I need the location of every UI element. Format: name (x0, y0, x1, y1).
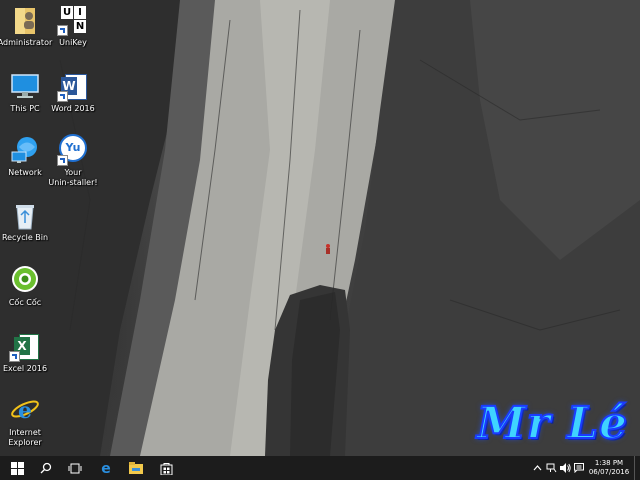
user-folder-icon (9, 4, 41, 36)
desktop-icon-label: Recycle Bin (1, 233, 49, 242)
store-icon (160, 462, 172, 475)
taskbar-clock[interactable]: 1:38 PM 06/07/2016 (586, 459, 632, 477)
excel-icon: X (9, 330, 41, 362)
your-uninstaller-icon: Yu (57, 134, 89, 166)
unikey-icon: U I N (57, 4, 89, 36)
volume-icon (559, 463, 571, 473)
computer-icon (9, 70, 41, 102)
svg-text:e: e (18, 398, 32, 424)
desktop-icon-label: Cốc Cốc (8, 298, 42, 307)
shortcut-arrow-icon (9, 351, 20, 362)
svg-text:e: e (101, 461, 111, 475)
action-center-button[interactable] (572, 456, 586, 480)
system-tray: 1:38 PM 06/07/2016 (530, 456, 640, 480)
internet-explorer-desktop-icon[interactable]: e Internet Explorer (0, 394, 55, 448)
shortcut-arrow-icon (57, 91, 68, 102)
word-2016-desktop-icon[interactable]: W Word 2016 (43, 70, 103, 114)
store-button[interactable] (151, 456, 181, 480)
edge-button[interactable]: e (91, 456, 121, 480)
file-explorer-icon (129, 462, 143, 474)
network-icon (9, 134, 41, 166)
edge-icon: e (101, 461, 111, 475)
chevron-up-icon (533, 465, 541, 471)
search-button[interactable] (31, 456, 61, 480)
shortcut-arrow-icon (57, 25, 68, 36)
desktop-icon-label: UniKey (59, 38, 87, 47)
word-icon: W (57, 70, 89, 102)
recycle-bin-icon (9, 199, 41, 231)
internet-explorer-icon: e (9, 394, 41, 426)
network-tray-button[interactable] (544, 456, 558, 480)
clock-date: 06/07/2016 (588, 468, 630, 476)
your-uninstaller-desktop-icon[interactable]: Yu Your Unin-staller! (43, 134, 103, 188)
start-button[interactable] (2, 456, 32, 480)
unikey-letter: I (74, 6, 86, 19)
desktop-icon-label: Your Unin-staller! (48, 168, 98, 187)
desktop-icon-label: Word 2016 (51, 104, 95, 113)
start-windows-icon (10, 461, 24, 475)
show-desktop-button[interactable] (634, 456, 640, 480)
taskbar: e 1:38 PM 06/07/2016 (0, 456, 640, 480)
desktop-icon-label: Excel 2016 (2, 364, 48, 373)
network-tray-icon (546, 463, 556, 473)
desktop-icon-label: Internet Explorer (8, 428, 42, 447)
unikey-desktop-icon[interactable]: U I N UniKey (43, 4, 103, 48)
excel-2016-desktop-icon[interactable]: X Excel 2016 (0, 330, 55, 374)
task-view-button[interactable] (60, 456, 90, 480)
task-view-icon (68, 463, 82, 473)
mr-le-watermark: Mr Lé (476, 397, 628, 450)
recycle-bin-desktop-icon[interactable]: Recycle Bin (0, 199, 55, 243)
coc-coc-browser-icon (9, 264, 41, 296)
search-icon (40, 462, 52, 474)
notifications-icon (574, 463, 584, 473)
unikey-letter: N (74, 20, 86, 33)
clock-time: 1:38 PM (594, 459, 624, 467)
file-explorer-button[interactable] (121, 456, 151, 480)
desktop-icon-area: Administrator U I N UniKey This PC W Wor… (0, 0, 640, 456)
show-hidden-icons-button[interactable] (530, 456, 544, 480)
shortcut-arrow-icon (57, 155, 68, 166)
unikey-letter: U (61, 6, 73, 19)
volume-button[interactable] (558, 456, 572, 480)
coc-coc-desktop-icon[interactable]: Cốc Cốc (0, 264, 55, 308)
